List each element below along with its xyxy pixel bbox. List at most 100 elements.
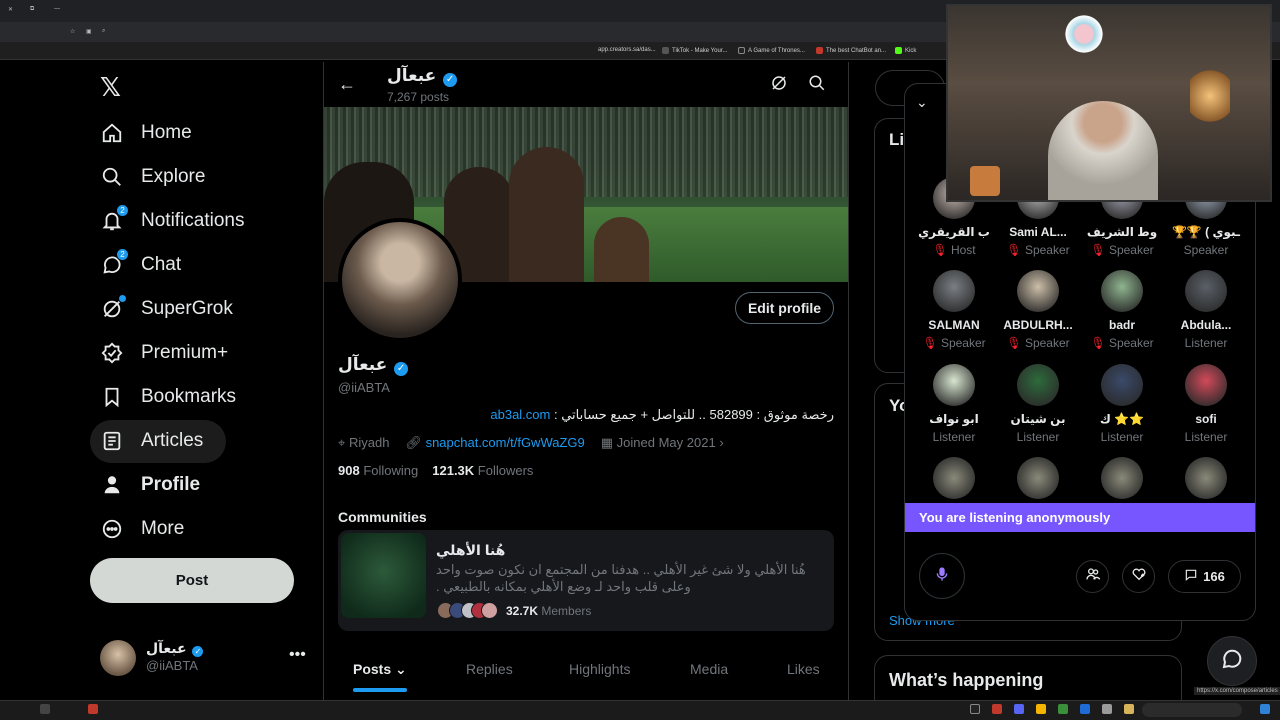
comments-button[interactable]: 166	[1168, 560, 1241, 593]
bell-icon: 2	[100, 204, 129, 233]
mic-off-icon: 🎙︎	[1090, 243, 1109, 257]
space-participant[interactable]: ك ⭐⭐ Listener	[1080, 364, 1164, 444]
participant-role: Listener	[932, 430, 976, 444]
website[interactable]: 🔗︎ snapchat.com/t/fGwWaZG9	[405, 435, 584, 451]
tab-replies[interactable]: Replies	[466, 661, 513, 677]
nav-chat[interactable]: 2 Chat	[100, 245, 181, 285]
participant-avatar[interactable]	[1101, 457, 1143, 499]
tiktok-app-icon[interactable]	[970, 704, 980, 714]
space-participant[interactable]: Abdula... Listener	[1164, 270, 1248, 350]
discord-app-icon[interactable]	[1014, 704, 1024, 714]
space-participant[interactable]: ابو نواف Listener	[912, 364, 996, 444]
nav-premium[interactable]: Premium+	[100, 333, 228, 373]
space-participant[interactable]: بن شيتان Listener	[996, 364, 1080, 444]
participant-avatar	[933, 364, 975, 406]
tab-likes[interactable]: Likes	[787, 661, 820, 677]
nav-supergrok[interactable]: SuperGrok	[100, 289, 233, 329]
minimize-window-icon[interactable]: —	[54, 6, 60, 12]
nav-bookmarks[interactable]: Bookmarks	[100, 377, 236, 417]
grok-icon[interactable]	[770, 74, 788, 97]
account-name[interactable]: عبعآل ✓	[146, 640, 204, 657]
home-icon	[100, 121, 124, 145]
app-icon[interactable]	[992, 704, 1002, 714]
mic-off-icon: 🎙︎	[1090, 336, 1109, 350]
participant-avatar[interactable]	[1185, 457, 1227, 499]
nav-explore[interactable]: Explore	[100, 157, 205, 197]
tray-icon[interactable]	[40, 704, 50, 714]
collapse-chevron-icon[interactable]: ⌄	[916, 94, 928, 111]
back-arrow-icon[interactable]: ←	[338, 74, 356, 95]
file-explorer-icon[interactable]	[1124, 704, 1134, 714]
profile-avatar[interactable]	[338, 218, 462, 342]
x-logo[interactable]: 𝕏	[100, 72, 121, 103]
tab-posts[interactable]: Posts ⌄	[353, 661, 407, 678]
post-button[interactable]: Post	[90, 558, 294, 603]
follow-counts: 908 Following 121.3K Followers	[338, 463, 533, 478]
nav-articles[interactable]: Articles	[100, 421, 203, 461]
profile-handle: @iiABTA	[338, 380, 390, 395]
account-avatar[interactable]	[100, 640, 136, 676]
chrome-app-icon[interactable]	[1036, 704, 1046, 714]
following-link[interactable]: 908 Following	[338, 463, 418, 478]
space-participant[interactable]: sofi Listener	[1164, 364, 1248, 444]
verified-icon: ✓	[192, 646, 204, 657]
taskbar-search-input[interactable]	[1142, 703, 1242, 717]
space-participant[interactable]: badr 🎙︎ Speaker	[1080, 270, 1164, 350]
windows-start-icon[interactable]	[1260, 704, 1270, 714]
bookmark-icon	[100, 385, 124, 409]
active-tab-indicator	[353, 688, 407, 692]
participant-name: sofi	[1195, 412, 1217, 426]
supergrok-dot	[119, 295, 126, 302]
whats-happening-title: What’s happening	[889, 670, 1044, 690]
participant-name: 🏆🏆 ( ـبوي	[1171, 225, 1241, 239]
account-more-icon[interactable]: •••	[289, 646, 306, 664]
participant-avatar	[1101, 364, 1143, 406]
bookmark-item[interactable]: A Game of Thrones...	[738, 47, 805, 54]
participant-role: Listener	[1184, 430, 1228, 444]
account-handle: @iiABTA	[146, 658, 198, 673]
app-icon[interactable]	[1102, 704, 1112, 714]
search-icon[interactable]	[808, 74, 826, 97]
participants-button[interactable]	[1076, 560, 1109, 593]
nav-notifications[interactable]: 2 Notifications	[100, 201, 245, 241]
participant-avatar[interactable]	[933, 457, 975, 499]
edit-profile-button[interactable]: Edit profile	[735, 292, 834, 324]
space-participant[interactable]: ABDULRH... 🎙︎ Speaker	[996, 270, 1080, 350]
bio-link[interactable]: ab3al.com	[490, 407, 550, 422]
nav-profile[interactable]: Profile	[100, 465, 200, 505]
participant-role: 🎙︎ Speaker	[1090, 243, 1154, 257]
restore-window-icon[interactable]: ⧉	[30, 6, 34, 13]
close-window-icon[interactable]: ✕	[8, 6, 13, 13]
reactions-button[interactable]	[1122, 560, 1155, 593]
nav-more[interactable]: More	[100, 509, 184, 549]
nav-premium-label: Premium+	[141, 342, 229, 363]
nav-home-label: Home	[141, 122, 192, 143]
bookmark-item[interactable]: app.creators.sa/das...	[598, 47, 656, 53]
participant-avatar[interactable]	[1017, 457, 1059, 499]
communities-title: Communities	[338, 509, 427, 525]
zoom-icon[interactable]: ⌕	[102, 28, 105, 35]
nav-supergrok-label: SuperGrok	[141, 298, 233, 319]
participant-role: Listener	[1100, 430, 1144, 444]
mic-button[interactable]	[919, 553, 965, 599]
extension-icon[interactable]: ▣	[86, 28, 92, 35]
bookmark-star-icon[interactable]: ☆	[70, 28, 75, 35]
participant-role: 🎙︎ Speaker	[922, 336, 986, 350]
comment-icon	[1184, 568, 1198, 585]
app-icon[interactable]	[1058, 704, 1068, 714]
nav-home[interactable]: Home	[100, 113, 192, 153]
space-participant[interactable]: SALMAN 🎙︎ Speaker	[912, 270, 996, 350]
bookmark-item[interactable]: Kick	[895, 47, 916, 54]
tab-media[interactable]: Media	[690, 661, 728, 677]
mic-off-icon: 🎙︎	[922, 336, 941, 350]
tray-icon[interactable]	[88, 704, 98, 714]
followers-link[interactable]: 121.3K Followers	[432, 463, 533, 478]
participant-name: ابو نواف	[929, 412, 979, 426]
tab-highlights[interactable]: Highlights	[569, 661, 630, 677]
bookmark-item[interactable]: The best ChatBot an...	[816, 47, 886, 54]
compose-chat-button[interactable]	[1207, 636, 1257, 686]
notifications-badge: 2	[116, 204, 129, 217]
nav-bookmarks-label: Bookmarks	[141, 386, 237, 407]
app-icon[interactable]	[1080, 704, 1090, 714]
bookmark-item[interactable]: TikTok - Make Your...	[662, 47, 727, 54]
